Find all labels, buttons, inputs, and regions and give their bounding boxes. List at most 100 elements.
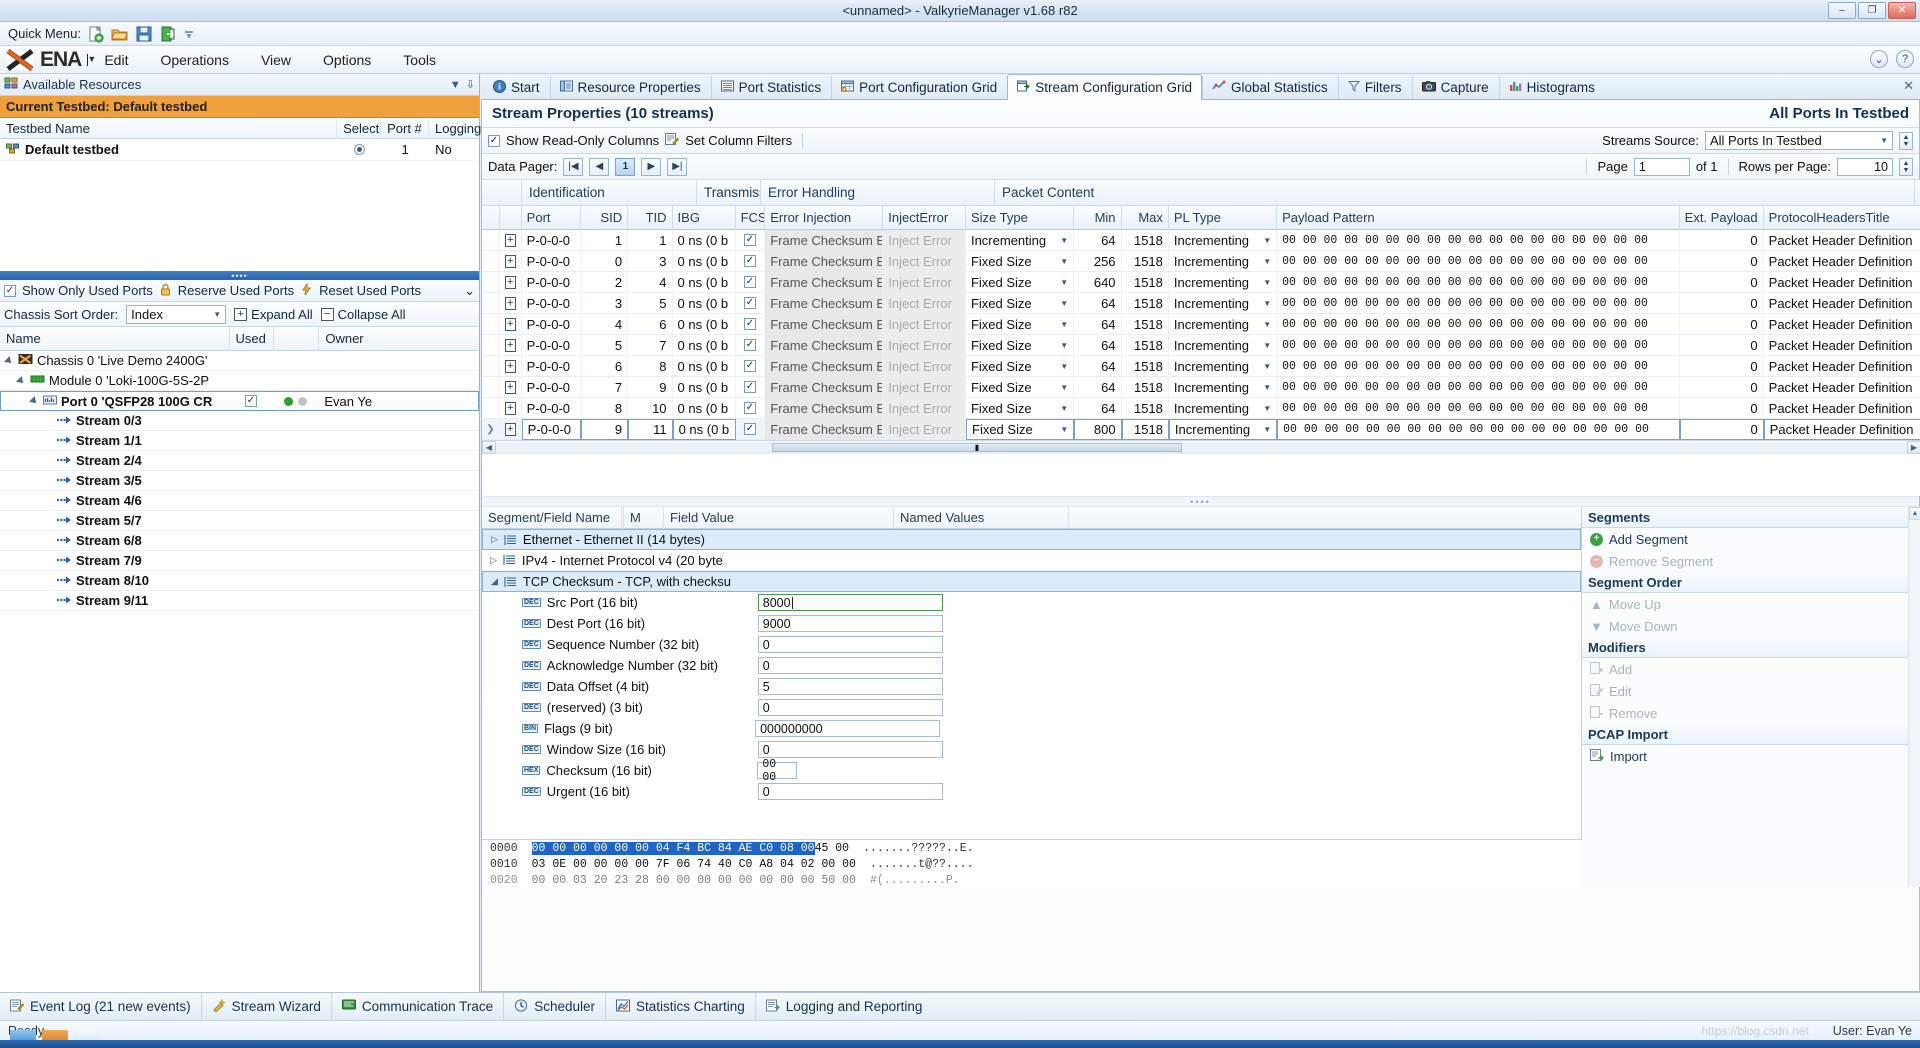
cell-pl-type[interactable]: Incrementing ▼ [1169, 229, 1278, 251]
fcs-checkbox[interactable]: ✓ [743, 255, 756, 267]
overflow-icon[interactable] [183, 25, 201, 43]
segment-row-tcp-checksum[interactable]: ◢ TCP Checksum - TCP, with checksu [482, 571, 1581, 592]
cell-size-type[interactable]: Fixed Size ▼ [966, 355, 1075, 377]
chevron-down-icon[interactable]: ▼ [1259, 299, 1271, 308]
tab-histograms[interactable]: Histograms [1498, 75, 1605, 99]
cell-min[interactable]: 640 [1074, 271, 1122, 293]
row-indicator[interactable] [482, 229, 500, 251]
cell-max[interactable]: 1518 [1122, 292, 1169, 314]
chevron-down-icon[interactable]: ▼ [1056, 278, 1068, 287]
cell-inject-error[interactable]: Inject Error [883, 313, 966, 335]
row-expand-button[interactable]: + [504, 254, 516, 268]
cell-error-injection[interactable]: Frame Checksum Err▼ [765, 355, 884, 377]
cell-inject-error[interactable]: Inject Error [883, 250, 966, 272]
cell-payload-pattern[interactable]: 00 00 00 00 00 00 00 00 00 00 00 00 00 0… [1277, 397, 1680, 419]
table-row[interactable]: +P-0-0-0570 ns (0 b✓Frame Checksum Err▼I… [482, 334, 1920, 356]
row-expander-cell[interactable]: + [500, 355, 522, 377]
packet-field-row[interactable]: BIN Flags (9 bit) 000000000 [482, 718, 1581, 739]
save-icon[interactable] [135, 25, 153, 43]
cell-payload-pattern[interactable]: 00 00 00 00 00 00 00 00 00 00 00 00 00 0… [1277, 313, 1680, 335]
chevron-down-icon[interactable]: ▼ [1056, 320, 1068, 329]
cell-port[interactable]: P-0-0-0 [522, 397, 581, 419]
cell-port[interactable]: P-0-0-0 [522, 334, 581, 356]
cell-max[interactable]: 1518 [1121, 418, 1169, 440]
hex-view[interactable]: 0000 00 00 00 00 00 00 04 F4 BC 84 AE C0… [482, 839, 1582, 887]
expander-expanded-icon[interactable]: ◢ [491, 576, 498, 587]
toolbar-overflow-icon[interactable]: ⌄ [464, 283, 475, 299]
cell-size-type[interactable]: Fixed Size ▼ [966, 334, 1075, 356]
testbed-select-radio[interactable] [337, 139, 381, 161]
show-read-only-columns-label[interactable]: Show Read-Only Columns [506, 133, 659, 148]
cell-ibg[interactable]: 0 ns (0 b [673, 355, 736, 377]
grid-editor-splitter[interactable]: •••• [482, 496, 1919, 507]
expand-all-button[interactable]: + Expand All [234, 307, 313, 322]
open-folder-icon[interactable] [111, 25, 129, 43]
row-expander-cell[interactable]: + [500, 397, 522, 419]
cell-size-type[interactable]: Fixed Size ▼ [966, 271, 1075, 293]
chevron-down-icon[interactable]: ▼ [1056, 404, 1068, 413]
cell-fcs[interactable]: ✓ [736, 292, 766, 314]
packet-field-input[interactable]: 0 [757, 699, 943, 716]
cell-sid[interactable]: 3 [581, 292, 629, 314]
cell-min[interactable]: 64 [1074, 397, 1122, 419]
packet-field-row[interactable]: DEC Sequence Number (32 bit) 0 [482, 634, 1581, 655]
cell-ibg[interactable]: 0 ns (0 b [673, 250, 736, 272]
chevron-down-icon[interactable]: ▼ [1259, 404, 1271, 413]
expander-icon[interactable] [29, 396, 39, 406]
cell-error-injection[interactable]: Frame Checksum Err▼ [765, 271, 884, 293]
cell-size-type[interactable]: Fixed Size ▼ [966, 313, 1075, 335]
cell-ibg[interactable]: 0 ns (0 b [673, 334, 736, 356]
tree-item-stream[interactable]: Stream 9/11 [0, 591, 479, 611]
packet-field-row[interactable]: DEC Window Size (16 bit) 0 [482, 739, 1581, 760]
cell-protocol-headers[interactable]: Packet Header Definition [1764, 250, 1920, 272]
scheduler-button[interactable]: Scheduler [504, 992, 606, 1021]
event-log-button[interactable]: Event Log (21 new events) [0, 992, 202, 1021]
row-expander-cell[interactable]: + [500, 250, 522, 272]
tree-item-module[interactable]: Module 0 'Loki-100G-5S-2P [0, 371, 479, 391]
packet-field-row[interactable]: HEX Checksum (16 bit) 00 00 [482, 758, 1581, 784]
table-row[interactable]: +P-0-0-0460 ns (0 b✓Frame Checksum Err▼I… [482, 313, 1920, 335]
cell-min[interactable]: 64 [1074, 334, 1122, 356]
packet-field-input[interactable]: 0 [757, 657, 943, 674]
menu-item-options[interactable]: Options [307, 48, 387, 72]
cell-pl-type[interactable]: Incrementing ▼ [1169, 376, 1278, 398]
cell-sid[interactable]: 0 [581, 250, 629, 272]
menu-item-tools[interactable]: Tools [387, 48, 452, 72]
cell-port[interactable]: P-0-0-0 [522, 229, 581, 251]
packet-field-input[interactable]: 000000000 [755, 720, 941, 737]
row-indicator[interactable] [482, 334, 500, 356]
cell-protocol-headers[interactable]: Packet Header Definition [1763, 418, 1920, 440]
row-expander-cell[interactable]: + [500, 292, 522, 314]
fcs-checkbox[interactable]: ✓ [743, 381, 756, 393]
cell-min[interactable]: 800 [1074, 418, 1122, 440]
chevron-down-icon[interactable]: ▼ [1259, 236, 1271, 245]
scroll-thumb[interactable]: ▮ [772, 443, 1182, 452]
cell-fcs[interactable]: ✓ [736, 313, 766, 335]
menu-item-view[interactable]: View [245, 48, 307, 72]
collapse-all-button[interactable]: − Collapse All [320, 307, 406, 322]
col-min[interactable]: Min [1074, 205, 1122, 230]
fcs-checkbox[interactable]: ✓ [743, 360, 756, 372]
row-indicator[interactable] [482, 397, 500, 419]
packet-field-input[interactable]: 8000 [757, 594, 943, 611]
tab-resource-properties[interactable]: Resource Properties [549, 75, 711, 99]
pager-next-button[interactable]: ▶ [641, 157, 662, 176]
cell-ext-payload[interactable]: 0 [1679, 418, 1764, 440]
cell-error-injection[interactable]: Frame Checksum Err▼ [765, 334, 884, 356]
cell-pl-type[interactable]: Incrementing ▼ [1169, 271, 1278, 293]
rows-per-page-input[interactable]: 10 [1837, 157, 1893, 176]
chevron-down-icon[interactable]: ▼ [1056, 299, 1068, 308]
col-payload-pattern[interactable]: Payload Pattern [1277, 205, 1680, 230]
fcs-checkbox[interactable]: ✓ [743, 423, 756, 435]
cell-fcs[interactable]: ✓ [736, 229, 766, 251]
cell-ibg[interactable]: 0 ns (0 b [673, 292, 736, 314]
close-tab-icon[interactable]: ✕ [1903, 78, 1914, 94]
set-column-filters-button[interactable]: Set Column Filters [685, 133, 792, 148]
cell-protocol-headers[interactable]: Packet Header Definition [1764, 334, 1920, 356]
cell-ext-payload[interactable]: 0 [1680, 334, 1764, 356]
col-protocol-headers-title[interactable]: ProtocolHeadersTitle [1764, 205, 1920, 230]
tab-filters[interactable]: Filters [1337, 75, 1412, 99]
cell-error-injection[interactable]: Frame Checksum Err▼ [765, 376, 884, 398]
tree-item-stream[interactable]: Stream 0/3 [0, 411, 479, 431]
reserve-used-ports-button[interactable]: Reserve Used Ports [178, 283, 294, 298]
